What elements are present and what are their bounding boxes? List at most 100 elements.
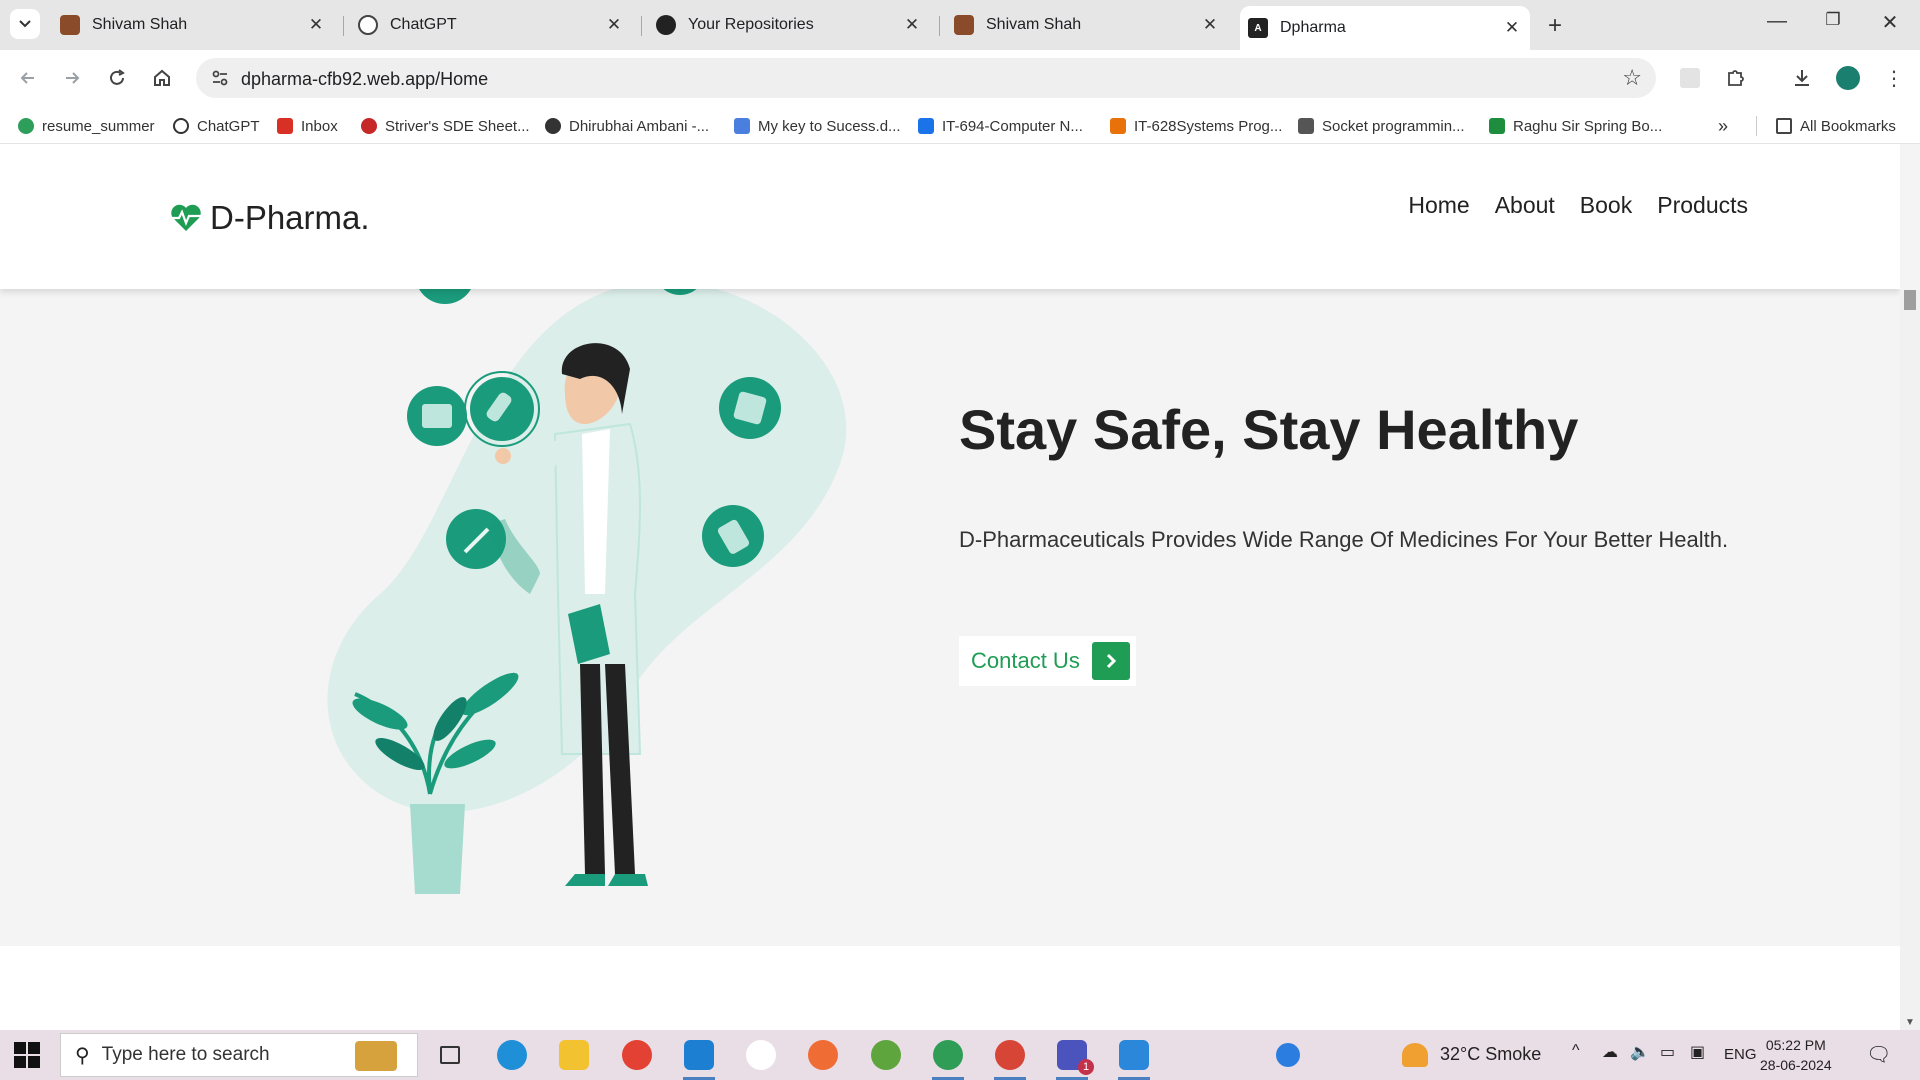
- help-icon[interactable]: [1270, 1037, 1306, 1073]
- tab-shivam-shah-2[interactable]: Shivam Shah ✕: [946, 8, 1228, 42]
- restore-button[interactable]: ❐: [1813, 10, 1853, 30]
- bookmark-item[interactable]: Socket programmin...: [1298, 115, 1465, 137]
- chrome-profile-icon[interactable]: [930, 1037, 966, 1080]
- extension-placeholder-icon[interactable]: [1674, 62, 1706, 94]
- system-clock[interactable]: 05:22 PM 28-06-2024: [1760, 1035, 1832, 1075]
- page-viewport: D-Pharma. Home About Book Products Stay …: [0, 144, 1900, 1030]
- calendar-icon: [422, 404, 452, 428]
- volume-icon[interactable]: 🔈: [1630, 1042, 1650, 1062]
- bookmark-star-icon[interactable]: ☆: [1622, 65, 1642, 91]
- home-button[interactable]: [146, 62, 178, 94]
- tab-dpharma[interactable]: A Dpharma ✕: [1240, 6, 1530, 50]
- chevron-up-icon[interactable]: ^: [1572, 1042, 1580, 1060]
- bookmark-favicon-icon: [1298, 118, 1314, 134]
- bookmark-item[interactable]: IT-628Systems Prog...: [1110, 115, 1282, 137]
- reload-button[interactable]: [101, 62, 133, 94]
- bookmark-favicon-icon: [361, 118, 377, 134]
- page-scrollbar[interactable]: ▼: [1900, 290, 1920, 1030]
- spring-tool-icon[interactable]: [868, 1037, 904, 1073]
- windows-start-icon[interactable]: [14, 1042, 40, 1068]
- close-icon[interactable]: ✕: [1198, 15, 1222, 35]
- bookmark-item[interactable]: Raghu Sir Spring Bo...: [1489, 115, 1662, 137]
- tab-your-repositories[interactable]: Your Repositories ✕: [648, 8, 930, 42]
- chrome-active-icon[interactable]: [992, 1037, 1028, 1080]
- extensions-puzzle-icon[interactable]: [1720, 62, 1752, 94]
- tab-search-button[interactable]: [10, 9, 40, 39]
- profile-avatar[interactable]: [1832, 62, 1864, 94]
- onedrive-icon[interactable]: ☁: [1602, 1042, 1618, 1062]
- heartbeat-icon: [171, 204, 201, 231]
- more-bookmarks-chevron-icon[interactable]: »: [1718, 115, 1728, 137]
- battery-icon[interactable]: ▭: [1660, 1042, 1675, 1062]
- bookmark-item[interactable]: resume_summer: [18, 115, 155, 137]
- home-icon: [154, 69, 170, 86]
- clock-time: 05:22 PM: [1765, 1037, 1826, 1053]
- weather-icon[interactable]: [1402, 1043, 1428, 1067]
- scroll-down-arrow-icon[interactable]: ▼: [1905, 1017, 1915, 1028]
- folder-icon: [1776, 118, 1792, 134]
- docs-icon: [734, 118, 750, 134]
- file-explorer-icon[interactable]: [556, 1037, 592, 1073]
- bookmark-item[interactable]: Inbox: [277, 115, 338, 137]
- bookmark-item[interactable]: My key to Sucess.d...: [734, 115, 901, 137]
- chatgpt-icon: [173, 118, 189, 134]
- postman-icon[interactable]: [805, 1037, 841, 1073]
- reload-icon: [110, 69, 125, 85]
- photos-icon[interactable]: [1116, 1037, 1152, 1080]
- new-tab-button[interactable]: +: [1541, 12, 1569, 40]
- arrow-left-icon: [20, 72, 34, 84]
- all-bookmarks-button[interactable]: All Bookmarks: [1776, 115, 1896, 137]
- address-bar[interactable]: dpharma-cfb92.web.app/Home ☆: [196, 58, 1656, 98]
- close-icon[interactable]: ✕: [602, 15, 626, 35]
- vscode-icon[interactable]: [681, 1037, 717, 1080]
- taskbar-search-input[interactable]: ⚲ Type here to search: [60, 1033, 418, 1077]
- close-icon[interactable]: ✕: [900, 15, 924, 35]
- bookmark-item[interactable]: IT-694-Computer N...: [918, 115, 1083, 137]
- tab-shivam-shah-1[interactable]: Shivam Shah ✕: [52, 8, 334, 42]
- forward-button[interactable]: [56, 62, 88, 94]
- url-text[interactable]: dpharma-cfb92.web.app/Home: [241, 69, 488, 90]
- scrollbar-thumb[interactable]: [1904, 290, 1916, 310]
- bookmark-item[interactable]: Dhirubhai Ambani -...: [545, 115, 709, 137]
- task-view-icon[interactable]: [432, 1037, 468, 1073]
- bookmark-item[interactable]: ChatGPT: [173, 115, 260, 137]
- edge-icon[interactable]: [494, 1037, 530, 1073]
- site-info-icon[interactable]: [206, 64, 234, 92]
- profile-photo-icon: [60, 15, 80, 35]
- plant-pot: [410, 804, 465, 894]
- classroom-icon: [918, 118, 934, 134]
- nav-book[interactable]: Book: [1580, 192, 1632, 219]
- notifications-icon[interactable]: 🗨: [1866, 1042, 1891, 1067]
- downloads-icon[interactable]: [1786, 62, 1818, 94]
- site-header: D-Pharma. Home About Book Products: [0, 144, 1900, 289]
- weather-text[interactable]: 32°C Smoke: [1440, 1044, 1541, 1065]
- close-icon[interactable]: ✕: [304, 15, 328, 35]
- contact-us-button[interactable]: Contact Us: [959, 636, 1136, 686]
- network-icon[interactable]: ▣: [1690, 1042, 1705, 1062]
- tab-separator: [939, 16, 940, 36]
- window-close-button[interactable]: ✕: [1870, 10, 1910, 35]
- chevron-down-icon: [19, 20, 31, 28]
- tab-chatgpt[interactable]: ChatGPT ✕: [350, 8, 632, 42]
- language-indicator[interactable]: ENG: [1724, 1046, 1757, 1063]
- chevron-right-icon: [1091, 642, 1130, 680]
- nav-home[interactable]: Home: [1408, 192, 1469, 219]
- chrome-icon[interactable]: [619, 1037, 655, 1073]
- mongodb-icon[interactable]: [743, 1037, 779, 1073]
- github-icon: [656, 15, 676, 35]
- hero-description: D-Pharmaceuticals Provides Wide Range Of…: [959, 527, 1729, 552]
- nav-products[interactable]: Products: [1657, 192, 1748, 219]
- gmail-icon: [277, 118, 293, 134]
- bookmark-item[interactable]: Striver's SDE Sheet...: [361, 115, 530, 137]
- back-button[interactable]: [12, 62, 44, 94]
- bookmarks-divider: [1756, 116, 1757, 136]
- site-logo[interactable]: D-Pharma.: [170, 199, 370, 237]
- tab-separator: [641, 16, 642, 36]
- chatgpt-icon: [358, 15, 378, 35]
- close-icon[interactable]: ✕: [1500, 18, 1524, 38]
- kebab-menu-icon[interactable]: ⋮: [1878, 62, 1910, 94]
- nav-about[interactable]: About: [1495, 192, 1555, 219]
- minimize-button[interactable]: —: [1757, 10, 1797, 33]
- browser-toolbar: dpharma-cfb92.web.app/Home ☆ ⋮: [0, 50, 1920, 106]
- teams-icon[interactable]: 1: [1054, 1037, 1094, 1080]
